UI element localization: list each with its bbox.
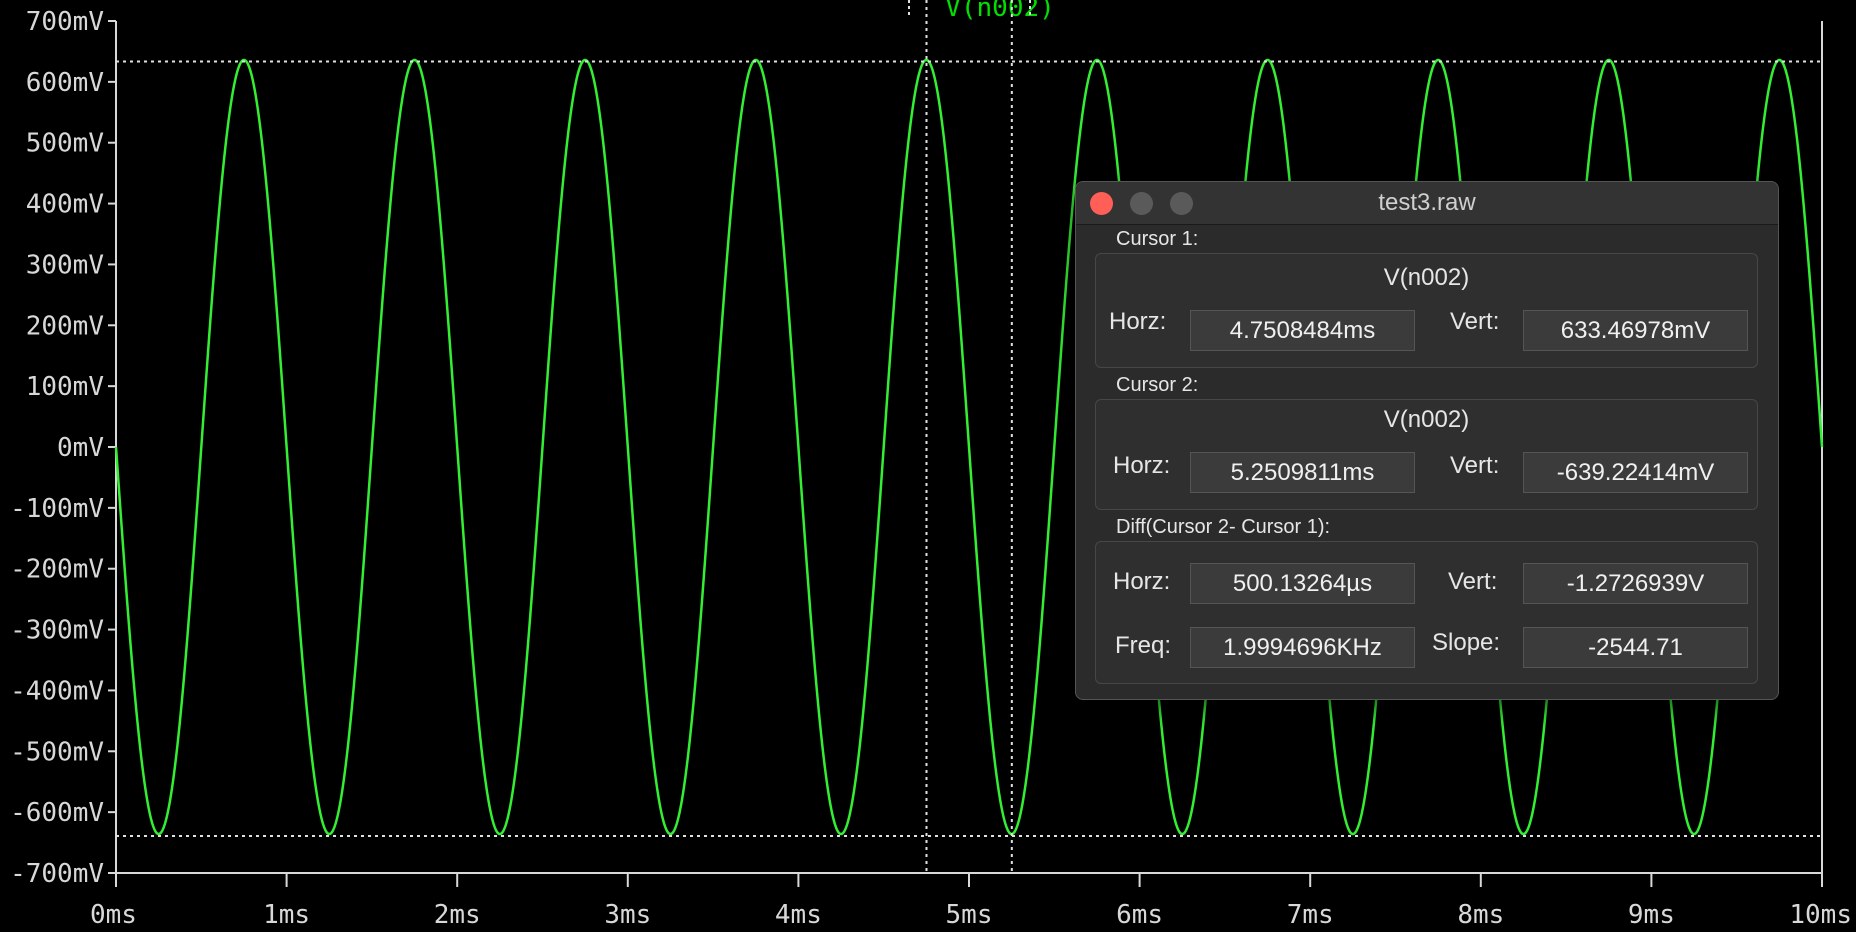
- diff-slope-field[interactable]: -2544.71: [1523, 627, 1748, 668]
- diff-section-label: Diff(Cursor 2- Cursor 1):: [1116, 516, 1331, 538]
- y-tick-label: 300mV: [26, 250, 104, 280]
- x-tick-label: 8ms: [1457, 900, 1504, 930]
- cursor1-section-label: Cursor 1:: [1116, 228, 1199, 250]
- y-tick-label: 100mV: [26, 372, 104, 402]
- y-tick-label: -200mV: [10, 555, 104, 585]
- y-tick-label: 400mV: [26, 190, 104, 220]
- diff-freq-field[interactable]: 1.9994696KHz: [1190, 627, 1415, 668]
- diff-slope-label: Slope:: [1432, 629, 1501, 656]
- trace-title[interactable]: V(n002): [945, 0, 1055, 23]
- x-tick-label: 7ms: [1287, 900, 1334, 930]
- cursor2-vert-field[interactable]: -639.22414mV: [1523, 452, 1748, 493]
- cursor1-horz-label: Horz:: [1109, 308, 1167, 335]
- y-tick-label: -100mV: [10, 494, 104, 524]
- x-tick-label: 0ms: [90, 900, 137, 930]
- y-tick-label: 600mV: [26, 68, 104, 98]
- cursor2-trace-name: V(n002): [1383, 406, 1470, 433]
- diff-group: Horz: 500.13264µs Vert: -1.2726939V Freq…: [1095, 541, 1758, 684]
- y-tick-label: 200mV: [26, 311, 104, 341]
- cursor2-section-label: Cursor 2:: [1116, 374, 1199, 396]
- cursor2-vert-label: Vert:: [1450, 452, 1500, 479]
- diff-vert-field[interactable]: -1.2726939V: [1523, 563, 1748, 604]
- y-tick-label: -600mV: [10, 798, 104, 828]
- y-tick-label: -500mV: [10, 737, 104, 767]
- y-tick-label: 500mV: [26, 129, 104, 159]
- cursor2-horz-field[interactable]: 5.2509811ms: [1190, 452, 1415, 493]
- cursor1-group: V(n002) Horz: 4.7508484ms Vert: 633.4697…: [1095, 253, 1758, 368]
- x-tick-label: 3ms: [604, 900, 651, 930]
- cursor2-horz-label: Horz:: [1113, 452, 1171, 479]
- x-tick-label: 2ms: [434, 900, 481, 930]
- cursor1-horz-field[interactable]: 4.7508484ms: [1190, 310, 1415, 351]
- x-tick-label: 5ms: [946, 900, 993, 930]
- window-title: test3.raw: [1378, 189, 1476, 216]
- diff-vert-label: Vert:: [1448, 568, 1498, 595]
- x-tick-label: 10ms: [1789, 900, 1852, 930]
- window-titlebar[interactable]: test3.raw: [1076, 182, 1778, 225]
- cursor-readout-window[interactable]: test3.raw Cursor 1: V(n002) Horz: 4.7508…: [1075, 181, 1779, 700]
- diff-freq-label: Freq:: [1115, 632, 1172, 659]
- cursor1-vert-field[interactable]: 633.46978mV: [1523, 310, 1748, 351]
- y-tick-label: 700mV: [26, 7, 104, 37]
- y-tick-label: -300mV: [10, 616, 104, 646]
- diff-horz-label: Horz:: [1113, 568, 1171, 595]
- y-tick-label: 0mV: [57, 433, 104, 463]
- x-tick-label: 9ms: [1628, 900, 1675, 930]
- cursor1-trace-name: V(n002): [1383, 264, 1470, 291]
- x-tick-label: 1ms: [263, 900, 310, 930]
- cursor1-vert-label: Vert:: [1450, 308, 1500, 335]
- x-tick-label: 6ms: [1116, 900, 1163, 930]
- cursor2-group: V(n002) Horz: 5.2509811ms Vert: -639.224…: [1095, 399, 1758, 510]
- y-tick-label: -400mV: [10, 676, 104, 706]
- x-tick-label: 4ms: [775, 900, 822, 930]
- y-tick-label: -700mV: [10, 859, 104, 889]
- diff-horz-field[interactable]: 500.13264µs: [1190, 563, 1415, 604]
